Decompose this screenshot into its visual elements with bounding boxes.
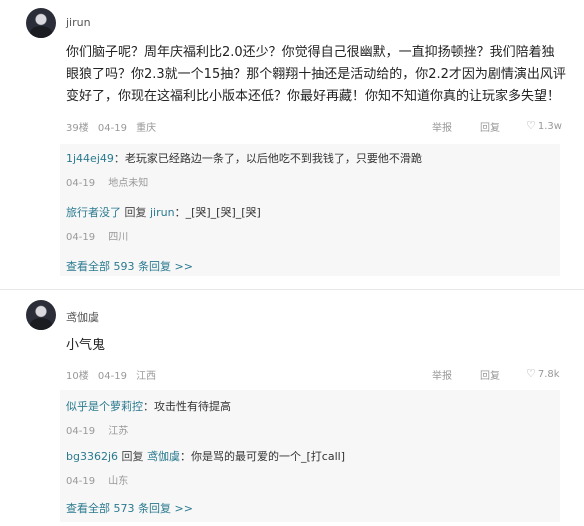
reply-line: 旅行者没了 回复 jirun：_[哭]_[哭]_[哭]	[66, 204, 261, 220]
reply-username[interactable]: 似乎是个萝莉控	[66, 400, 143, 413]
thumbs-up-icon: ♡	[526, 367, 536, 380]
reply-item: bg3362j6 回复 鸢伽虞：你是骂的最可爱的一个_[打call] 04-19…	[66, 448, 556, 488]
reply-line: 1j44ej49：老玩家已经路边一条了，以后他吃不到我钱了，只要他不滑跪	[66, 150, 422, 166]
comment-floor: 39楼	[66, 123, 89, 134]
reply-meta: 04-19 江苏	[66, 422, 138, 437]
avatar[interactable]	[26, 8, 56, 38]
comment-item: jirun 你们脑子呢？周年庆福利比2.0还少？你觉得自己很幽默，一直抑扬顿挫？…	[0, 0, 584, 290]
reply-button[interactable]: 回复	[480, 367, 500, 382]
report-button[interactable]: 举报	[432, 367, 452, 382]
view-all-replies-link[interactable]: 查看全部 593 条回复 >>	[66, 258, 193, 274]
comment-date: 04-19	[97, 123, 127, 134]
reply-text: ：_[哭]_[哭]_[哭]	[174, 206, 261, 219]
reply-separator: ：	[113, 152, 125, 165]
reply-location: 山东	[108, 476, 129, 487]
comment-location: 江西	[136, 371, 157, 382]
reply-list: 似乎是个萝莉控：攻击性有待提高 04-19 江苏 bg3362j6 回复 鸢伽虞…	[60, 390, 560, 522]
reply-meta: 04-19 山东	[66, 472, 138, 487]
comment-meta: 10楼 04-19 江西	[66, 367, 162, 382]
reply-meta: 04-19 四川	[66, 228, 138, 243]
reply-line: 似乎是个萝莉控：攻击性有待提高	[66, 398, 231, 414]
view-all-replies-link[interactable]: 查看全部 573 条回复 >>	[66, 500, 193, 516]
reply-to-username[interactable]: 鸢伽虞	[147, 450, 180, 463]
comment-meta: 39楼 04-19 重庆	[66, 119, 162, 134]
comment-location: 重庆	[136, 123, 157, 134]
reply-username[interactable]: bg3362j6	[66, 450, 118, 463]
reply-date: 04-19	[66, 178, 96, 189]
like-button[interactable]: ♡ 7.8k	[526, 367, 560, 380]
comment-item: 鸢伽虞 小气鬼 10楼 04-19 江西 举报 回复 ♡ 7.8k 似乎是个萝莉控…	[0, 290, 584, 526]
reply-list: 1j44ej49：老玩家已经路边一条了，以后他吃不到我钱了，只要他不滑跪 04-…	[60, 144, 560, 276]
comment-floor: 10楼	[66, 371, 89, 382]
reply-line: bg3362j6 回复 鸢伽虞：你是骂的最可爱的一个_[打call]	[66, 448, 345, 464]
reply-location: 地点未知	[108, 178, 149, 189]
comment-content: 小气鬼	[66, 338, 106, 353]
reply-date: 04-19	[66, 426, 96, 437]
reply-meta: 04-19 地点未知	[66, 174, 158, 189]
reply-username[interactable]: 1j44ej49	[66, 152, 114, 165]
reply-location: 四川	[108, 232, 129, 243]
reply-item: 旅行者没了 回复 jirun：_[哭]_[哭]_[哭] 04-19 四川	[66, 204, 556, 244]
like-count: 1.3w	[537, 121, 562, 132]
like-button[interactable]: ♡ 1.3w	[526, 119, 562, 132]
reply-to-username[interactable]: jirun	[150, 206, 175, 219]
reply-text: 老玩家已经路边一条了，以后他吃不到我钱了，只要他不滑跪	[124, 152, 422, 165]
comment-content: 你们脑子呢？周年庆福利比2.0还少？你觉得自己很幽默，一直抑扬顿挫？我们陪着独眼…	[66, 45, 566, 104]
reply-separator: 回复	[118, 450, 148, 463]
reply-username[interactable]: 旅行者没了	[66, 206, 121, 219]
comment-date: 04-19	[97, 371, 127, 382]
reply-item: 似乎是个萝莉控：攻击性有待提高 04-19 江苏	[66, 398, 556, 438]
reply-item: 1j44ej49：老玩家已经路边一条了，以后他吃不到我钱了，只要他不滑跪 04-…	[66, 150, 556, 190]
avatar[interactable]	[26, 300, 56, 330]
reply-location: 江苏	[108, 426, 129, 437]
reply-date: 04-19	[66, 232, 96, 243]
comment-username[interactable]: jirun	[66, 16, 91, 29]
reply-separator: 回复	[121, 206, 150, 219]
comment-username[interactable]: 鸢伽虞	[66, 309, 99, 325]
reply-date: 04-19	[66, 476, 96, 487]
reply-text: ：你是骂的最可爱的一个_[打call]	[180, 450, 345, 463]
reply-separator: ：	[143, 400, 154, 413]
reply-button[interactable]: 回复	[480, 119, 500, 134]
thumbs-up-icon: ♡	[526, 119, 536, 132]
like-count: 7.8k	[537, 369, 560, 380]
report-button[interactable]: 举报	[432, 119, 452, 134]
reply-text: 攻击性有待提高	[154, 400, 231, 413]
